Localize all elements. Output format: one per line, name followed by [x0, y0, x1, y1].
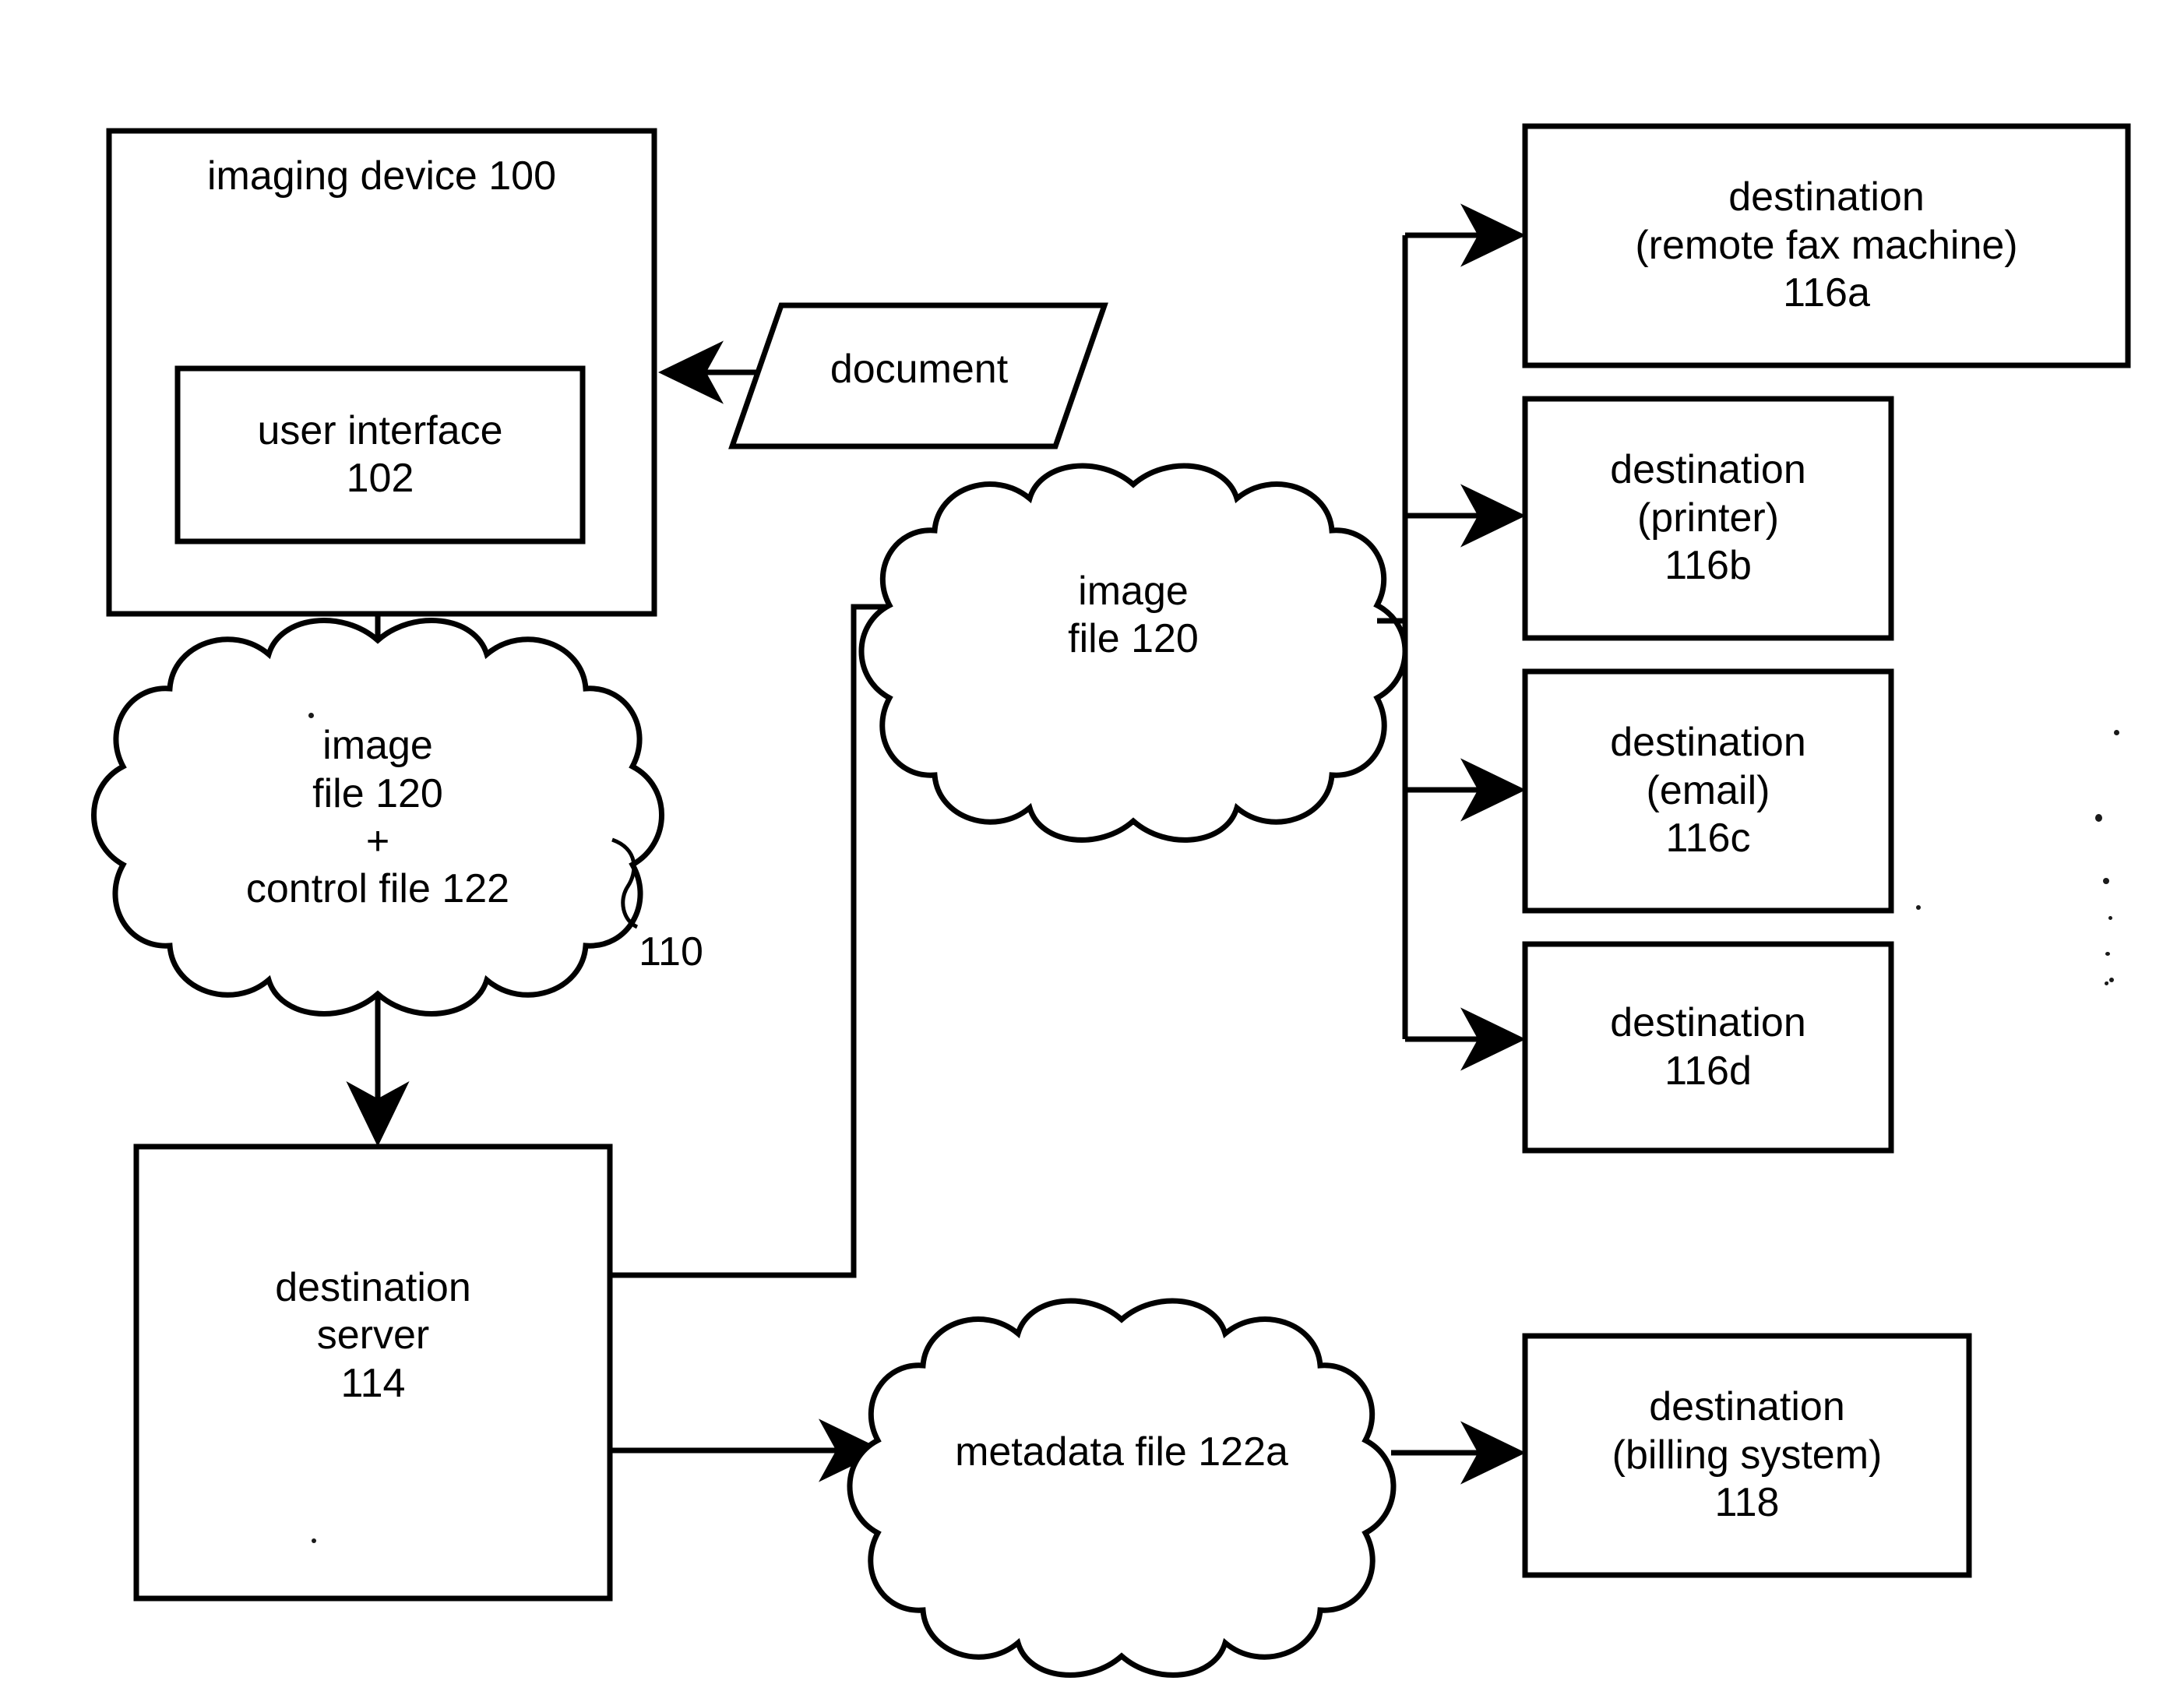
destination-billing-box — [1522, 1333, 1972, 1578]
ref-110-numeral: 110 — [639, 929, 703, 974]
cloud-image-file-shape — [858, 463, 1408, 843]
destination-printer-box — [1522, 396, 1894, 641]
scan-speck — [308, 713, 314, 718]
scan-speck — [2114, 730, 2119, 735]
destination-server-box — [133, 1144, 613, 1602]
scan-speck — [2105, 952, 2110, 956]
scan-speck — [2103, 878, 2109, 884]
user-interface-box — [174, 365, 586, 544]
destination-generic-box — [1522, 941, 1894, 1154]
scan-speck — [2109, 978, 2114, 982]
cloud-metadata-shape — [847, 1298, 1397, 1678]
scan-speck — [312, 1538, 316, 1543]
scan-speck — [1916, 905, 1921, 910]
destination-email-box — [1522, 668, 1894, 914]
diagram-canvas — [91, 123, 2131, 1678]
scan-speck — [2105, 981, 2108, 985]
scan-speck — [2095, 814, 2102, 822]
cloud-110-shape — [91, 618, 664, 1017]
document-parallelogram — [728, 302, 1108, 449]
scan-speck — [2108, 916, 2112, 920]
destination-fax-box — [1522, 123, 2131, 368]
patent-figure-sheet: imaging device 100 user interface 102 do… — [0, 0, 2184, 1688]
